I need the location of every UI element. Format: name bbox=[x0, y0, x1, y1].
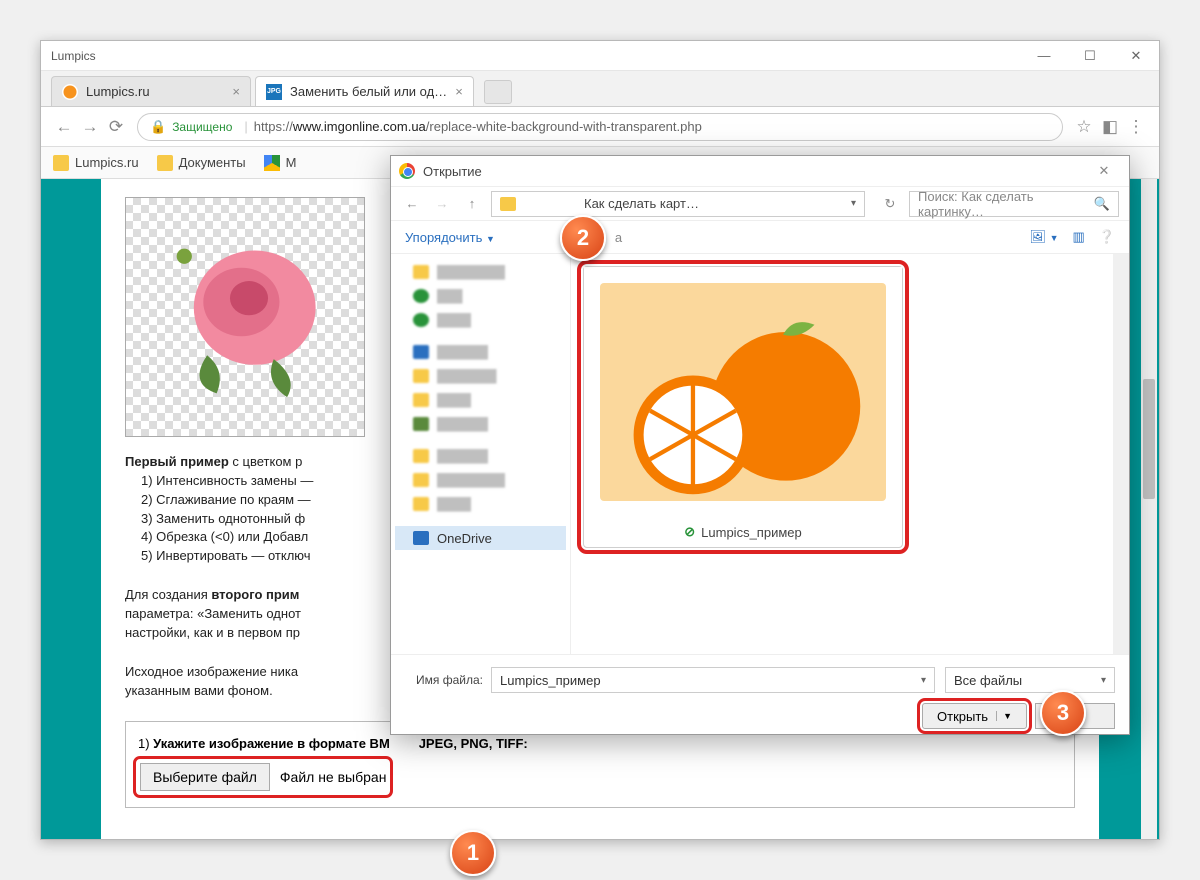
window-titlebar: Lumpics — ☐ ✕ bbox=[41, 41, 1159, 71]
example-image-checkerboard bbox=[125, 197, 365, 437]
url-text: https://www.imgonline.com.ua/replace-whi… bbox=[254, 119, 702, 134]
dialog-close-button[interactable]: ✕ bbox=[1087, 163, 1121, 179]
forward-button[interactable]: → bbox=[77, 114, 103, 140]
help-button[interactable]: ❔ bbox=[1099, 229, 1115, 245]
secure-label: Защищено bbox=[172, 120, 232, 134]
chrome-icon bbox=[399, 163, 415, 179]
thumbnail-caption: ⊘ Lumpics_пример bbox=[584, 517, 902, 547]
organize-menu[interactable]: Упорядочить ▼ bbox=[405, 230, 495, 245]
tab-label: Заменить белый или од… bbox=[290, 84, 447, 99]
window-title: Lumpics bbox=[41, 49, 1021, 63]
browser-tab-lumpics[interactable]: Lumpics.ru × bbox=[51, 76, 251, 106]
filetype-combo[interactable]: Все файлы bbox=[945, 667, 1115, 693]
dialog-toolbar: Упорядочить ▼ а 🖼 ▼ ▥ ❔ bbox=[391, 220, 1129, 254]
choose-file-button[interactable]: Выберите файл bbox=[140, 763, 270, 791]
close-tab-icon[interactable]: × bbox=[224, 84, 240, 99]
step-badge-2: 2 bbox=[560, 215, 606, 261]
dialog-titlebar: Открытие ✕ bbox=[391, 156, 1129, 186]
new-tab-button[interactable] bbox=[484, 80, 512, 104]
dialog-footer: Имя файла: Lumpics_пример Все файлы Откр… bbox=[391, 654, 1129, 741]
lock-icon: 🔒 bbox=[150, 119, 166, 135]
step-badge-1: 1 bbox=[450, 830, 496, 876]
open-button[interactable]: Открыть ▼ bbox=[922, 703, 1027, 729]
back-button[interactable]: ← bbox=[51, 114, 77, 140]
orange-artwork bbox=[600, 283, 886, 501]
close-tab-icon[interactable]: × bbox=[447, 84, 463, 99]
onedrive-icon bbox=[413, 531, 429, 545]
bookmark-lumpics[interactable]: Lumpics.ru bbox=[53, 155, 139, 171]
step-badge-3: 3 bbox=[1040, 690, 1086, 736]
gdrive-icon bbox=[264, 155, 280, 171]
file-input-group: Выберите файл Файл не выбран bbox=[138, 761, 388, 793]
address-field[interactable]: 🔒 Защищено | https://www.imgonline.com.u… bbox=[137, 113, 1063, 141]
page-scrollbar[interactable] bbox=[1141, 179, 1157, 839]
checkmark-icon: ⊘ bbox=[684, 524, 695, 540]
window-maximize-button[interactable]: ☐ bbox=[1067, 41, 1113, 71]
chosen-file-label: Файл не выбран bbox=[280, 769, 387, 785]
dialog-nav-row: ← → ↑ Как сделать карт… ↻ Поиск: Как сде… bbox=[391, 186, 1129, 220]
url-bar: ← → ⟳ 🔒 Защищено | https://www.imgonline… bbox=[41, 107, 1159, 147]
sidebar-onedrive[interactable]: OneDrive bbox=[395, 526, 566, 550]
open-split-arrow-icon[interactable]: ▼ bbox=[996, 711, 1012, 721]
reload-button[interactable]: ⟳ bbox=[103, 114, 129, 140]
nav-up-button[interactable]: ↑ bbox=[461, 196, 483, 211]
filepane-scrollbar[interactable] bbox=[1113, 254, 1129, 654]
bookmark-documents[interactable]: Документы bbox=[157, 155, 246, 171]
browser-tab-imgonline[interactable]: JPG Заменить белый или од… × bbox=[255, 76, 474, 106]
window-minimize-button[interactable]: — bbox=[1021, 41, 1067, 71]
dialog-file-pane[interactable]: ⊘ Lumpics_пример bbox=[571, 254, 1129, 654]
preview-pane-button[interactable]: ▥ bbox=[1073, 229, 1085, 245]
folder-icon bbox=[157, 155, 173, 171]
dialog-search-input[interactable]: Поиск: Как сделать картинку… 🔍 bbox=[909, 191, 1119, 217]
nav-back-button[interactable]: ← bbox=[401, 196, 423, 211]
dialog-sidebar[interactable]: ████████ ███ ████ ██████ ███████ ████ ██… bbox=[391, 254, 571, 654]
file-open-dialog: Открытие ✕ ← → ↑ Как сделать карт… ↻ Пои… bbox=[390, 155, 1130, 735]
extension-icon[interactable]: ◧ bbox=[1097, 114, 1123, 140]
jpg-icon: JPG bbox=[266, 84, 282, 100]
window-close-button[interactable]: ✕ bbox=[1113, 41, 1159, 71]
folder-icon bbox=[500, 197, 516, 211]
nav-forward-button[interactable]: → bbox=[431, 196, 453, 211]
tab-label: Lumpics.ru bbox=[86, 84, 150, 99]
dialog-title: Открытие bbox=[423, 164, 482, 179]
tab-strip: Lumpics.ru × JPG Заменить белый или од… … bbox=[41, 71, 1159, 107]
dialog-body: ████████ ███ ████ ██████ ███████ ████ ██… bbox=[391, 254, 1129, 654]
filename-label: Имя файла: bbox=[405, 673, 491, 687]
folder-icon bbox=[53, 155, 69, 171]
filename-combo[interactable]: Lumpics_пример bbox=[491, 667, 935, 693]
thumbnail-preview bbox=[584, 267, 902, 517]
orange-icon bbox=[62, 84, 78, 100]
refresh-button[interactable]: ↻ bbox=[879, 196, 901, 212]
bookmark-star-icon[interactable]: ☆ bbox=[1071, 114, 1097, 140]
new-folder-button[interactable]: а bbox=[615, 230, 622, 245]
rose-image bbox=[150, 222, 340, 412]
menu-icon[interactable]: ⋮ bbox=[1123, 114, 1149, 140]
bookmark-drive[interactable]: М bbox=[264, 155, 297, 171]
view-mode-button[interactable]: 🖼 ▼ bbox=[1029, 229, 1058, 245]
breadcrumb-path[interactable]: Как сделать карт… bbox=[491, 191, 865, 217]
search-icon: 🔍 bbox=[1094, 196, 1110, 212]
file-thumbnail-selected[interactable]: ⊘ Lumpics_пример bbox=[583, 266, 903, 548]
